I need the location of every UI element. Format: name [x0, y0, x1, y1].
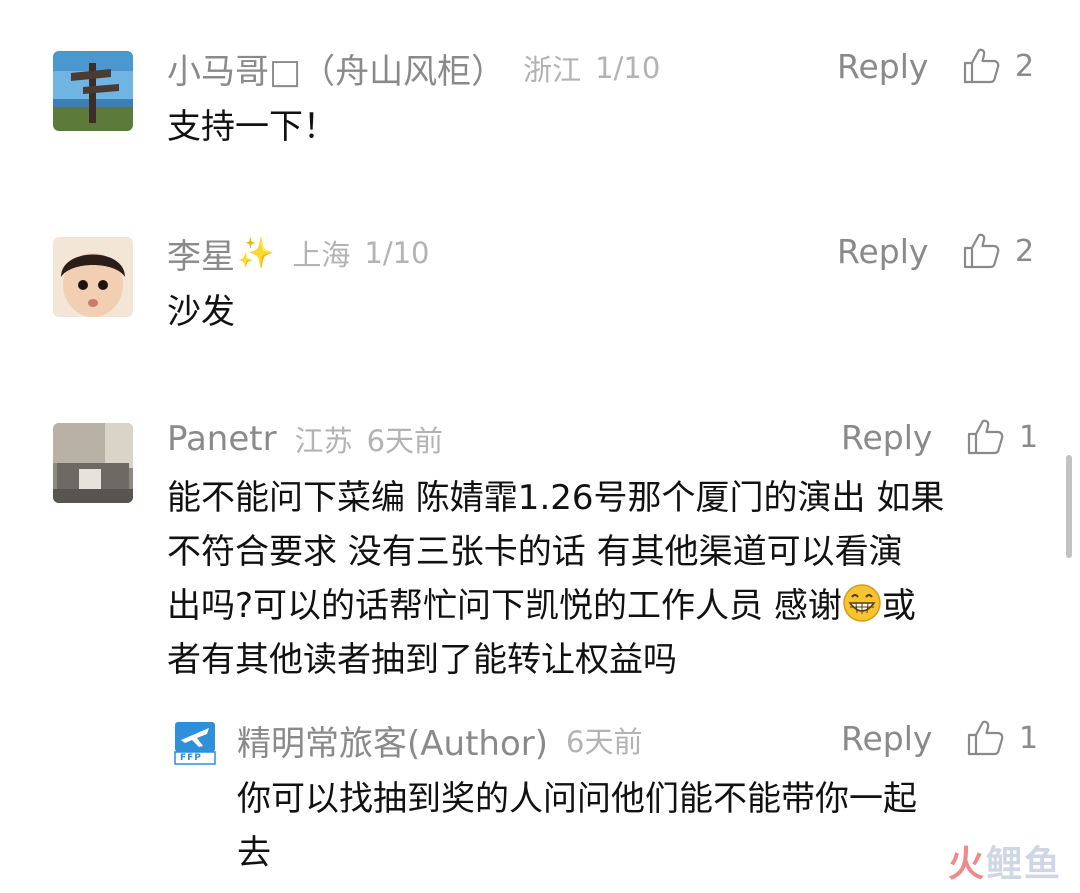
comment-text-line: 者有其他读者抽到了能转让权益吗 [167, 640, 677, 680]
reply-button[interactable]: Reply [837, 232, 928, 271]
author-name[interactable]: 精明常旅客(Author) [237, 716, 548, 765]
avatar-signpost-image [53, 51, 133, 131]
like-button[interactable]: 1 [965, 718, 1038, 758]
comment-date: 6天前 [366, 424, 444, 458]
reply-button[interactable]: Reply [837, 47, 928, 86]
watermark-logo: 火鲤鱼 [948, 835, 1062, 887]
author-region: 上海 [292, 238, 351, 272]
thumbs-up-icon [963, 48, 1000, 84]
reply-text: 你可以找抽到奖的人问问他们能不能带你一起 去 [237, 772, 917, 880]
author-region: 江苏 [294, 424, 353, 458]
reply-text-line: 去 [237, 833, 271, 873]
thumbs-up-icon [963, 233, 1000, 269]
author-region: 浙江 [523, 53, 582, 87]
comment-text-line: 出吗?可以的话帮忙问下凯悦的工作人员 感谢或 [167, 579, 944, 633]
scrollbar-thumb[interactable] [1066, 455, 1072, 558]
comment-text: 沙发 [167, 285, 235, 339]
watermark-part: 鲤鱼 [985, 844, 1062, 885]
comment-text-fragment: 出吗?可以的话帮忙问下凯悦的工作人员 感谢 [167, 586, 842, 626]
reply-button[interactable]: Reply [841, 719, 932, 758]
ffp-logo-text: FFP [180, 753, 202, 763]
reply-button[interactable]: Reply [841, 418, 932, 457]
thumbs-up-icon [967, 720, 1004, 756]
grin-emoji-icon [843, 584, 881, 622]
avatar-child-photo [53, 237, 133, 317]
avatar[interactable]: FFP [173, 718, 217, 768]
author-name[interactable]: 李星 [167, 229, 235, 278]
avatar[interactable] [53, 51, 133, 131]
author-name[interactable]: Panetr [167, 419, 277, 459]
comment-meta: 小马哥□（舟山风柜） 浙江 1/10 [167, 44, 660, 92]
sparkles-icon: ✨ [237, 235, 275, 271]
avatar[interactable] [53, 237, 133, 317]
thumbs-up-icon [967, 419, 1004, 455]
avatar-room-photo [53, 423, 133, 503]
reply-meta: 精明常旅客(Author) 6天前 [237, 716, 642, 764]
like-button[interactable]: 1 [965, 417, 1038, 457]
comment-text-line: 不符合要求 没有三张卡的话 有其他渠道可以看演 [167, 532, 903, 572]
comment-date: 1/10 [364, 236, 430, 270]
comment-date: 1/10 [595, 51, 661, 85]
reply-text-line: 你可以找抽到奖的人问问他们能不能带你一起 [237, 779, 917, 819]
like-button[interactable]: 2 [961, 231, 1034, 271]
comment-text-line: 能不能问下菜编 陈婧霏1.26号那个厦门的演出 如果 [167, 478, 945, 518]
reply-date: 6天前 [566, 725, 643, 759]
like-count: 1 [1019, 720, 1039, 756]
like-button[interactable]: 2 [961, 46, 1034, 86]
like-count: 1 [1019, 419, 1039, 455]
author-name[interactable]: 小马哥□（舟山风柜） [167, 44, 505, 93]
comment-text: 支持一下！ [167, 100, 337, 154]
comment-meta: Panetr 江苏 6天前 [167, 415, 443, 463]
like-count: 2 [1015, 48, 1035, 84]
comment-text-line: 支持一下！ [167, 107, 337, 147]
watermark-part: 火 [947, 844, 986, 885]
comment-text: 能不能问下菜编 陈婧霏1.26号那个厦门的演出 如果 不符合要求 没有三张卡的话… [167, 471, 944, 687]
avatar[interactable] [53, 423, 133, 503]
comment-text-line: 沙发 [167, 292, 235, 332]
comment-meta: 李星 ✨ 上海 1/10 [167, 229, 430, 277]
comment-text-fragment: 或 [881, 586, 916, 626]
like-count: 2 [1015, 233, 1035, 269]
